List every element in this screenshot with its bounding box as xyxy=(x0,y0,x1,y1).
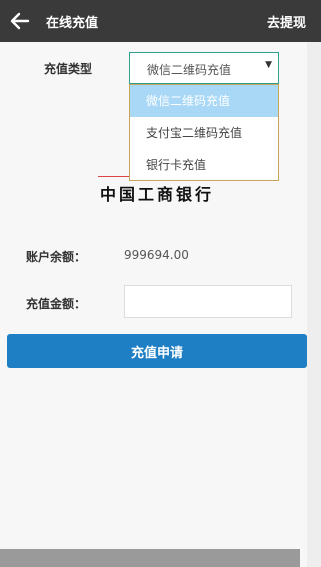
arrow-left-icon[interactable] xyxy=(10,11,30,31)
submit-recharge-button[interactable]: 充值申请 xyxy=(7,334,307,368)
bank-logo-divider xyxy=(98,176,132,177)
balance-label: 账户余额： xyxy=(26,250,87,264)
footer-bar xyxy=(0,549,300,567)
withdraw-link[interactable]: 去提现 xyxy=(267,12,306,31)
amount-input[interactable] xyxy=(124,285,292,318)
option-wechat-qr[interactable]: 微信二维码充值 xyxy=(130,85,278,117)
recharge-type-label: 充值类型 xyxy=(44,62,93,76)
scrollbar[interactable] xyxy=(307,42,321,567)
recharge-type-select[interactable]: 微信二维码充值 ▼ xyxy=(129,52,279,84)
recharge-type-dropdown: 微信二维码充值 支付宝二维码充值 银行卡充值 xyxy=(129,84,279,181)
balance-value: 999694.00 xyxy=(124,248,189,262)
caret-down-icon: ▼ xyxy=(265,60,272,70)
top-bar: 在线充值 去提现 xyxy=(0,0,321,42)
option-bank-card[interactable]: 银行卡充值 xyxy=(130,149,278,181)
option-alipay-qr[interactable]: 支付宝二维码充值 xyxy=(130,117,278,149)
bank-logo: 中国工商银行 xyxy=(100,185,215,204)
amount-label: 充值金额： xyxy=(26,297,87,311)
recharge-type-value: 微信二维码充值 xyxy=(147,63,232,77)
page-title: 在线充值 xyxy=(46,16,99,31)
